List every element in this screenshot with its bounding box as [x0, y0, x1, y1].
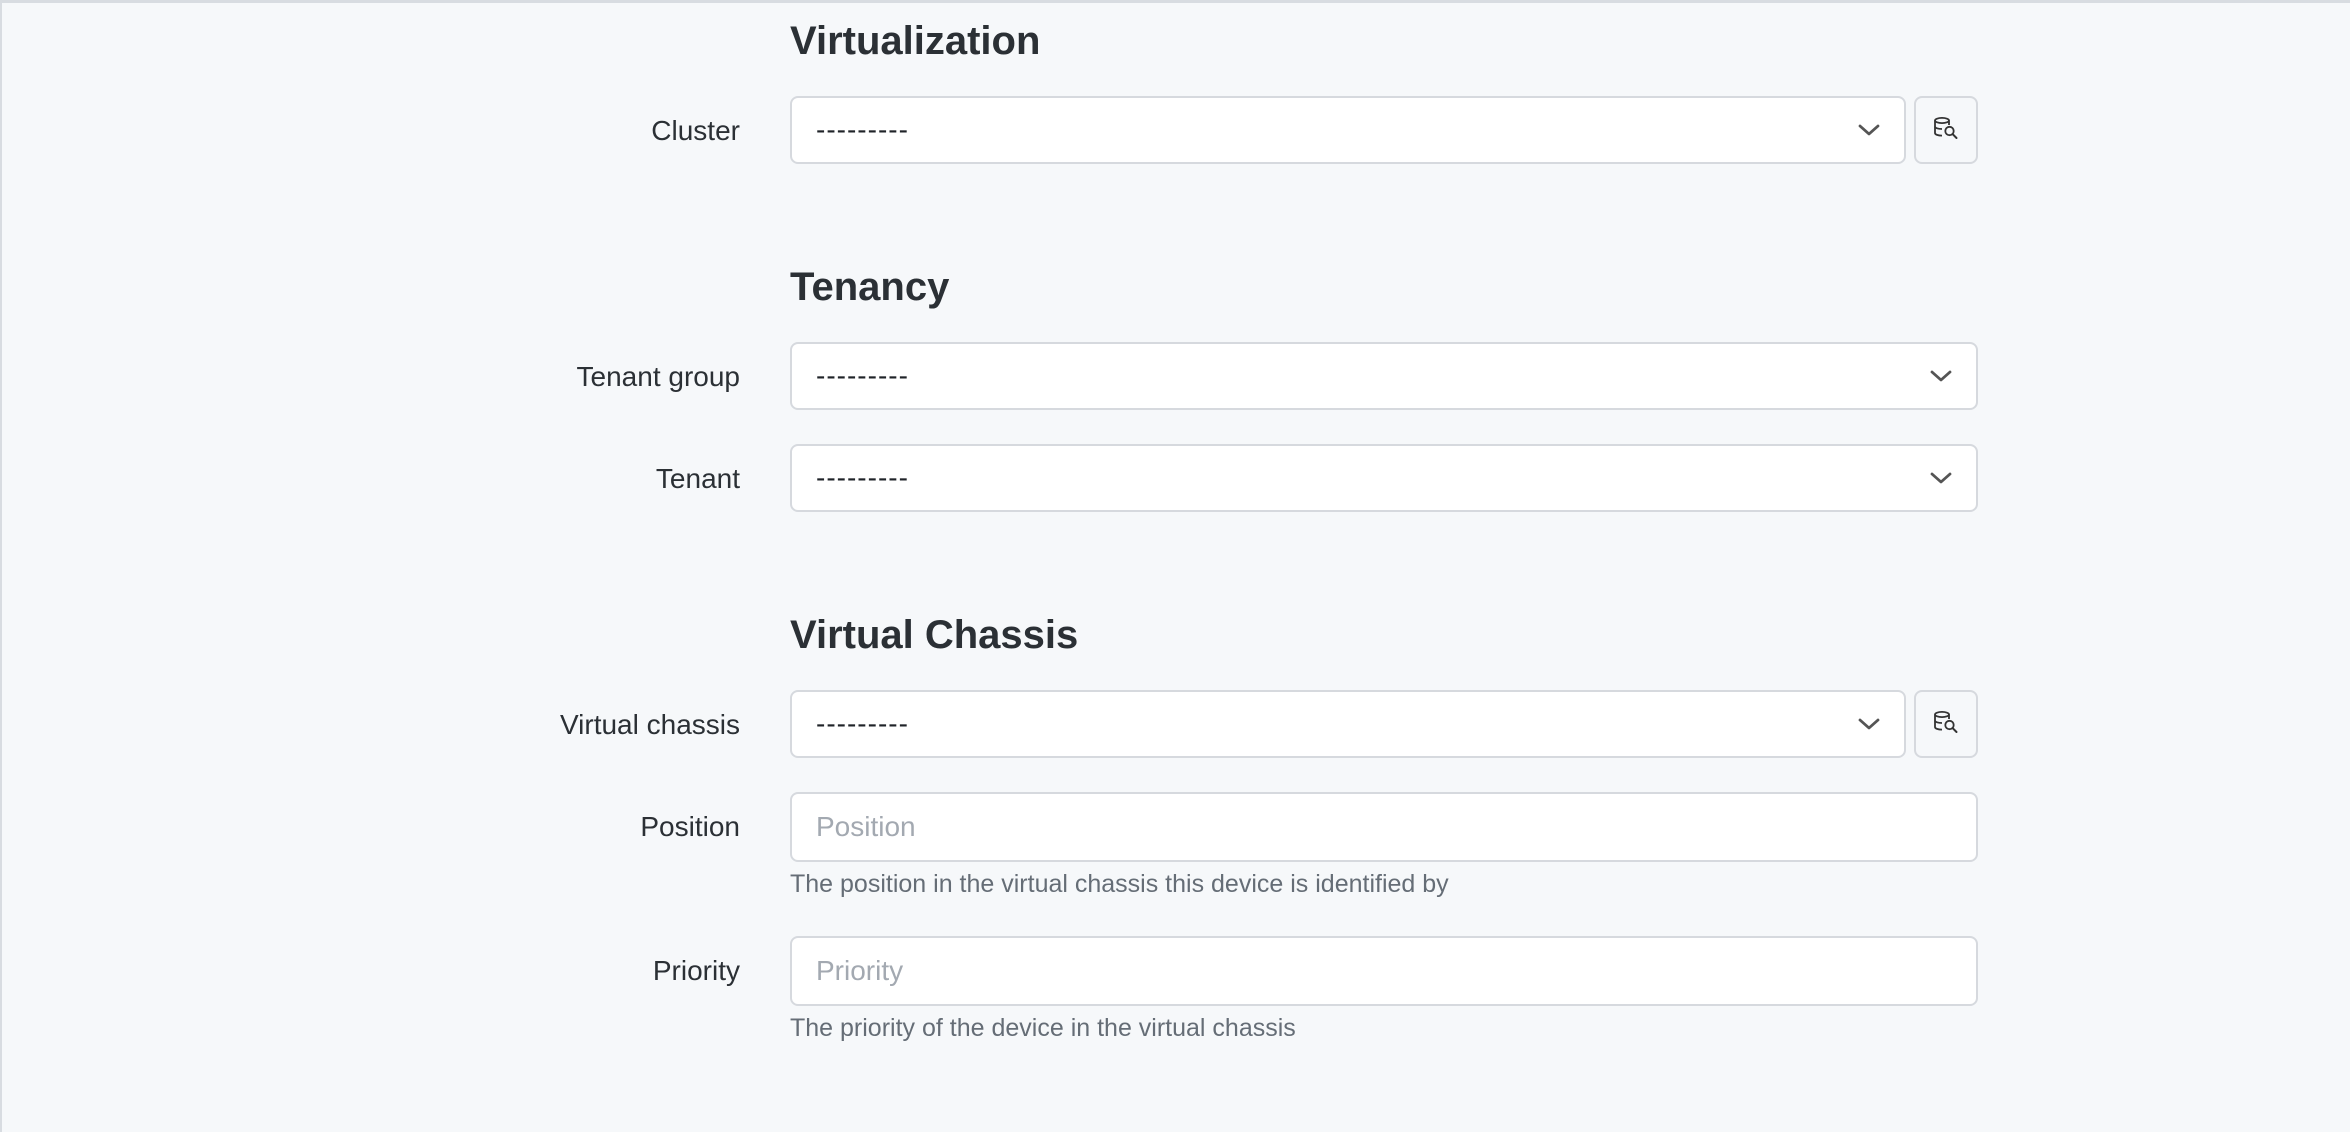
chevron-down-icon: [1834, 122, 1904, 138]
tenancy-heading: Tenancy: [790, 265, 950, 309]
tenant-select[interactable]: ---------: [790, 444, 1978, 512]
cluster-selector-button[interactable]: [1914, 96, 1978, 164]
position-label: Position: [640, 811, 740, 842]
tenant-group-label: Tenant group: [576, 361, 740, 392]
virtual-chassis-value: ---------: [816, 708, 909, 739]
cluster-select[interactable]: ---------: [790, 96, 1906, 164]
virtual-chassis-label: Virtual chassis: [559, 709, 740, 740]
virtualization-heading: Virtualization: [790, 19, 1041, 63]
chevron-down-icon: [1906, 470, 1976, 486]
selector-search-icon: [1933, 116, 1959, 145]
tenant-value: ---------: [816, 462, 909, 493]
position-input[interactable]: [790, 792, 1978, 862]
priority-label: Priority: [652, 955, 740, 986]
priority-help-text: The priority of the device in the virtua…: [790, 1014, 1296, 1042]
position-help-text: The position in the virtual chassis this…: [790, 870, 1449, 898]
chevron-down-icon: [1834, 716, 1904, 732]
virtual-chassis-heading: Virtual Chassis: [790, 613, 1079, 657]
tenant-group-value: ---------: [816, 360, 909, 391]
selector-search-icon: [1933, 710, 1959, 739]
chevron-down-icon: [1906, 368, 1976, 384]
tenant-label: Tenant: [655, 463, 740, 494]
cluster-label: Cluster: [651, 115, 740, 146]
virtual-chassis-selector-button[interactable]: [1914, 690, 1978, 758]
virtual-chassis-select[interactable]: ---------: [790, 690, 1906, 758]
priority-input[interactable]: [790, 936, 1978, 1006]
cluster-value: ---------: [816, 114, 909, 145]
tenant-group-select[interactable]: ---------: [790, 342, 1978, 410]
